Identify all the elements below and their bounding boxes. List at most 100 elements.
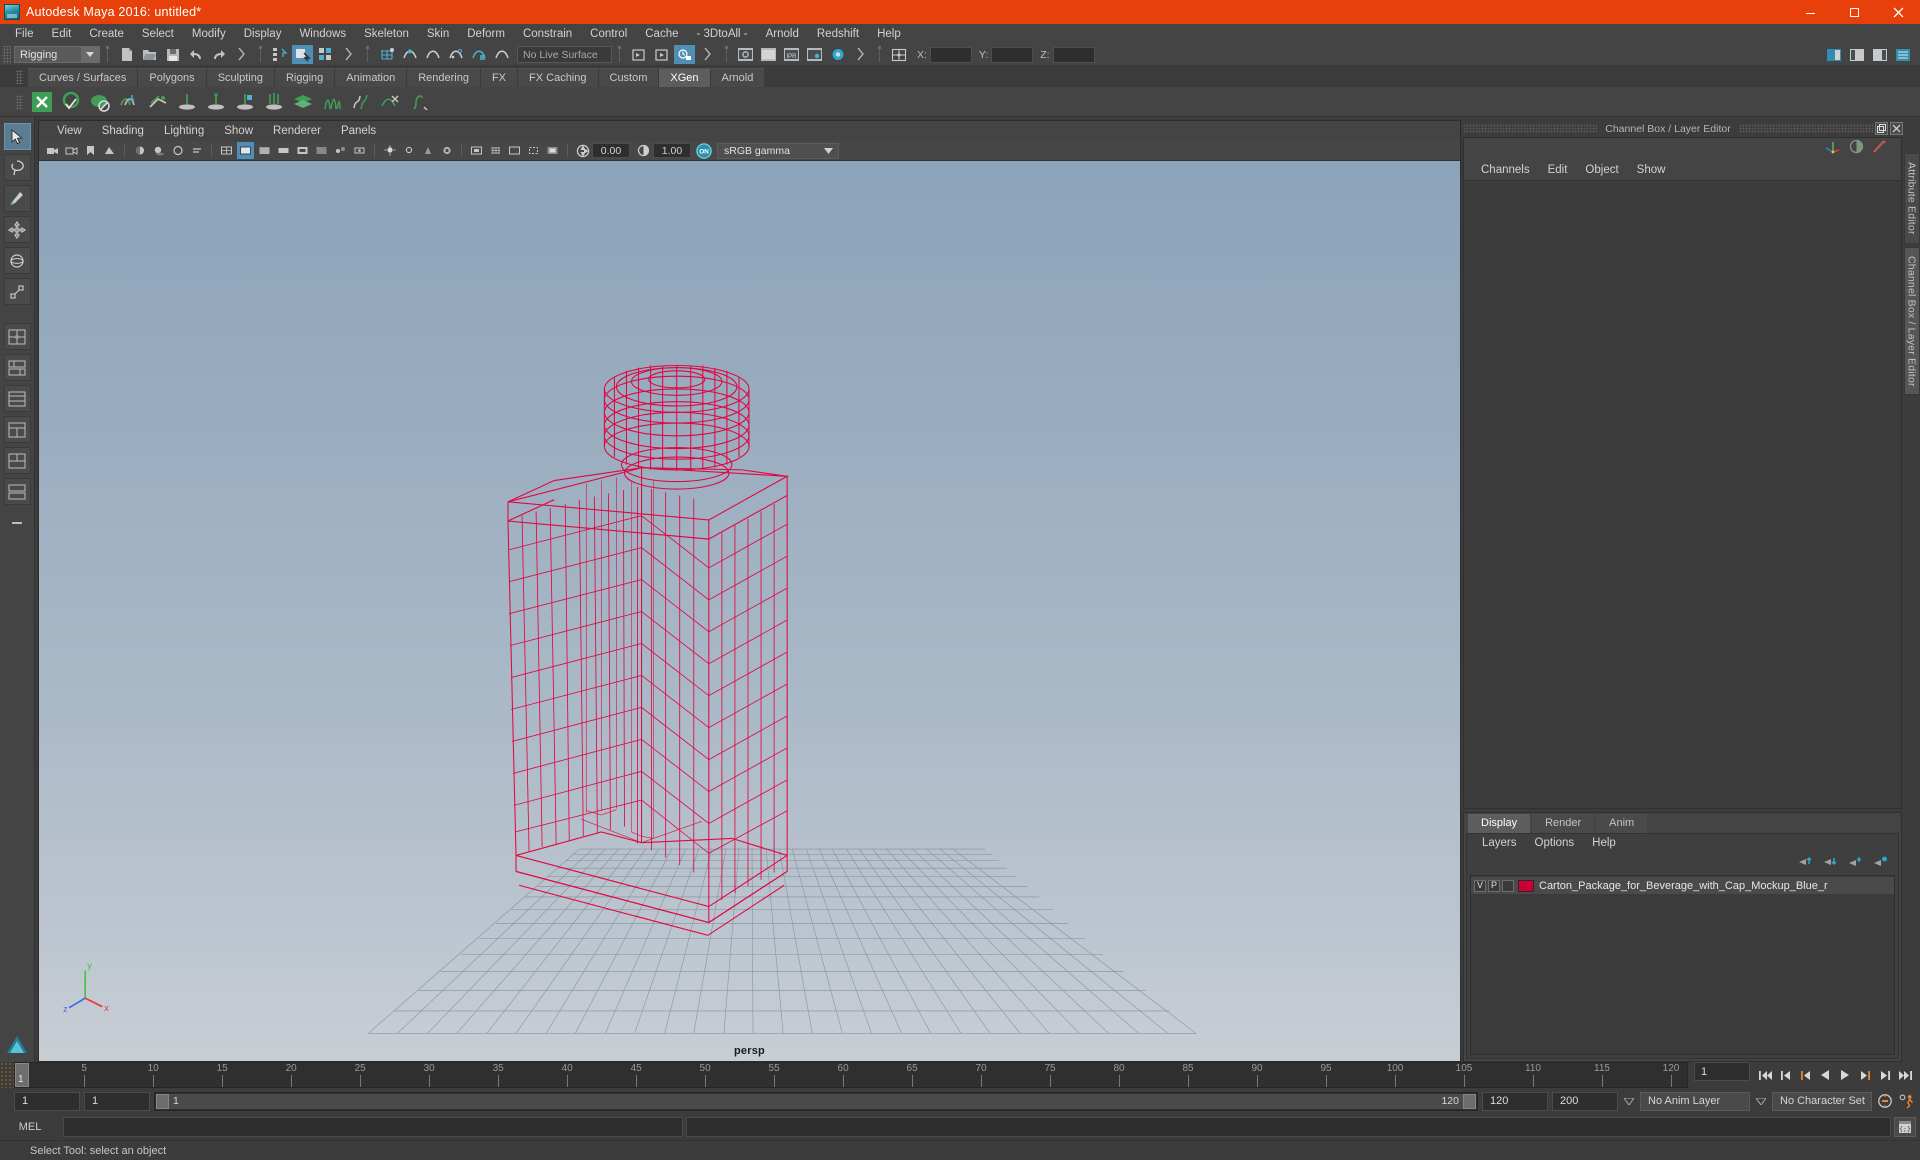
selection-mask-menu-icon[interactable]: [231, 45, 252, 64]
menu-3dtoall[interactable]: - 3DtoAll -: [688, 24, 757, 44]
x-coord-input[interactable]: [929, 46, 972, 63]
screen-space-ao-icon[interactable]: [438, 142, 455, 159]
shelf-tab-fx[interactable]: FX: [480, 68, 518, 87]
range-slider-bar[interactable]: 1 120: [169, 1093, 1463, 1109]
shelf-tab-arnold[interactable]: Arnold: [710, 68, 765, 87]
motion-blur-icon[interactable]: [188, 142, 205, 159]
snap-to-view-plane-icon[interactable]: [468, 45, 489, 64]
ipr-settings-icon[interactable]: IPR: [781, 45, 802, 64]
save-scene-icon[interactable]: [162, 45, 183, 64]
viewport-canvas[interactable]: y z x persp: [39, 161, 1460, 1061]
layer-visibility-toggle[interactable]: V: [1474, 879, 1486, 892]
menu-edit[interactable]: Edit: [43, 24, 81, 44]
ao-icon[interactable]: [169, 142, 186, 159]
select-by-hierarchy-icon[interactable]: [269, 45, 290, 64]
range-start-input[interactable]: 1: [14, 1091, 80, 1111]
channel-box-menu-edit[interactable]: Edit: [1539, 160, 1577, 180]
layer-tab-display[interactable]: Display: [1468, 814, 1531, 833]
side-tab-attribute-editor[interactable]: Attribute Editor: [1903, 153, 1920, 244]
bookmarks-icon[interactable]: [82, 142, 99, 159]
play-forwards-icon[interactable]: [1836, 1065, 1854, 1085]
render-flyout-icon[interactable]: [850, 45, 871, 64]
add-guide-icon[interactable]: [173, 88, 200, 115]
viewport-menu-renderer[interactable]: Renderer: [263, 121, 331, 141]
layer-tab-render[interactable]: Render: [1532, 814, 1595, 833]
menu-redshift[interactable]: Redshift: [808, 24, 868, 44]
layer-tab-anim[interactable]: Anim: [1596, 814, 1648, 833]
menuset-dropdown[interactable]: Rigging: [14, 46, 100, 63]
minimize-icon[interactable]: [1788, 0, 1832, 24]
range-end-input[interactable]: 120: [1482, 1091, 1548, 1111]
menu-skin[interactable]: Skin: [418, 24, 458, 44]
shelf-tab-rigging[interactable]: Rigging: [274, 68, 335, 87]
layer-menu-options[interactable]: Options: [1526, 834, 1584, 853]
density-brush-icon[interactable]: [260, 88, 287, 115]
snap-to-curve-icon[interactable]: [399, 45, 420, 64]
step-back-keyframe-icon[interactable]: [1776, 1065, 1794, 1085]
menu-select[interactable]: Select: [133, 24, 183, 44]
anim-layer-select[interactable]: No Anim Layer: [1640, 1091, 1750, 1111]
script-editor-icon[interactable]: {;}: [1894, 1117, 1916, 1137]
undock-icon[interactable]: [1875, 122, 1888, 135]
shelf-grip[interactable]: [16, 70, 23, 84]
shelf-items-grip[interactable]: [16, 95, 23, 109]
persp-hypershade-layout-icon[interactable]: [3, 416, 31, 443]
shelf-tab-curves-surfaces[interactable]: Curves / Surfaces: [28, 68, 138, 87]
render-settings-icon[interactable]: [735, 45, 756, 64]
go-to-end-icon[interactable]: [1896, 1065, 1914, 1085]
wireframe-icon[interactable]: [218, 142, 235, 159]
anim-start-input[interactable]: 1: [84, 1091, 150, 1111]
menu-modify[interactable]: Modify: [183, 24, 235, 44]
viewport-menu-lighting[interactable]: Lighting: [154, 121, 214, 141]
persp-outliner-layout-icon[interactable]: [3, 354, 31, 381]
coil-modifier-icon[interactable]: [405, 88, 432, 115]
xray-icon[interactable]: [313, 142, 330, 159]
snap-to-grid-icon[interactable]: [376, 45, 397, 64]
y-coord-input[interactable]: [991, 46, 1034, 63]
lock-guide-icon[interactable]: [231, 88, 258, 115]
side-tab-channel-box[interactable]: Channel Box / Layer Editor: [1903, 246, 1920, 396]
character-set-menu-arrow-icon[interactable]: [1754, 1092, 1768, 1111]
shadows-icon[interactable]: [150, 142, 167, 159]
command-input[interactable]: [63, 1117, 683, 1137]
auto-keyframe-icon[interactable]: [1876, 1091, 1894, 1111]
current-time-indicator[interactable]: 1: [15, 1063, 29, 1087]
time-slider-grip[interactable]: [0, 1062, 14, 1088]
snap-to-point-icon[interactable]: [422, 45, 443, 64]
channel-box-menu-object[interactable]: Object: [1576, 160, 1627, 180]
move-tool[interactable]: [3, 216, 31, 243]
play-backwards-icon[interactable]: [1816, 1065, 1834, 1085]
redo-icon[interactable]: [208, 45, 229, 64]
create-collection-icon[interactable]: [86, 88, 113, 115]
open-scene-icon[interactable]: [139, 45, 160, 64]
move-layer-down-icon[interactable]: [1823, 854, 1838, 872]
menu-windows[interactable]: Windows: [290, 24, 355, 44]
component-mask-menu-icon[interactable]: [338, 45, 359, 64]
shadow-toggle-icon[interactable]: [419, 142, 436, 159]
create-description-icon[interactable]: [57, 88, 84, 115]
animation-preferences-icon[interactable]: [1898, 1091, 1916, 1111]
four-view-layout-icon[interactable]: [3, 323, 31, 350]
open-render-view-icon[interactable]: [628, 45, 649, 64]
menu-control[interactable]: Control: [581, 24, 636, 44]
new-layer-icon[interactable]: [1848, 854, 1863, 872]
snap-to-projected-center-icon[interactable]: [445, 45, 466, 64]
collapse-layout-icon[interactable]: [4, 509, 31, 536]
close-panel-icon[interactable]: [1890, 122, 1903, 135]
menu-constrain[interactable]: Constrain: [514, 24, 581, 44]
sidebar-attribute-editor-icon[interactable]: [1823, 45, 1844, 64]
command-language-label[interactable]: MEL: [0, 1121, 60, 1133]
grooming-layers-icon[interactable]: [289, 88, 316, 115]
close-icon[interactable]: [1876, 0, 1920, 24]
menu-arnold[interactable]: Arnold: [757, 24, 808, 44]
menu-display[interactable]: Display: [235, 24, 291, 44]
viewport-menu-show[interactable]: Show: [214, 121, 263, 141]
smooth-shade-all-icon[interactable]: [237, 142, 254, 159]
sidebar-channel-box-icon[interactable]: [1869, 45, 1890, 64]
new-scene-icon[interactable]: [116, 45, 137, 64]
character-set-select[interactable]: No Character Set: [1772, 1091, 1872, 1111]
sidebar-tool-settings-icon[interactable]: [1846, 45, 1867, 64]
maximize-icon[interactable]: [1832, 0, 1876, 24]
ipr-render-icon[interactable]: [674, 45, 695, 64]
render-menu-icon[interactable]: [697, 45, 718, 64]
